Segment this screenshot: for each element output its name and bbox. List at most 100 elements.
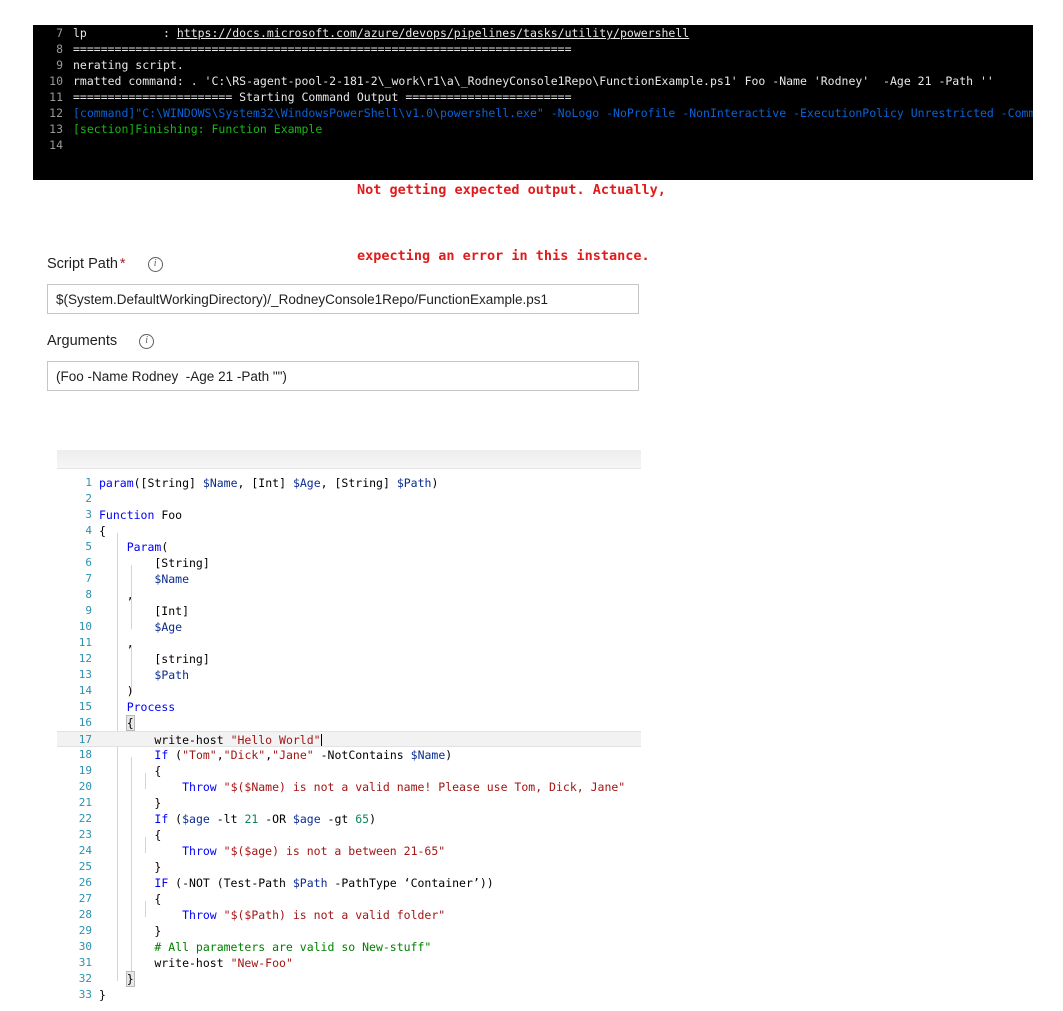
code-line[interactable]: 25 } <box>57 859 641 875</box>
code-line-number: 1 <box>85 476 92 489</box>
code-line[interactable]: 28 Throw "$($Path) is not a valid folder… <box>57 907 641 923</box>
code-line-text[interactable]: ) <box>99 683 641 699</box>
code-line[interactable]: 17 write-host "Hello World" <box>57 731 641 747</box>
code-line-text[interactable]: Throw "$($age) is not a between 21-65" <box>99 843 641 859</box>
code-line-text[interactable]: { <box>99 891 641 907</box>
powershell-code-editor[interactable]: 1 param([String] $Name, [Int] $Age, [Stri… <box>57 450 641 1011</box>
code-line-text[interactable]: Throw "$($Name) is not a valid name! Ple… <box>99 779 641 795</box>
code-line-text[interactable]: param([String] $Name, [Int] $Age, [Strin… <box>99 475 641 491</box>
code-line-text[interactable]: Process <box>99 699 641 715</box>
code-line-number: 19 <box>78 764 92 777</box>
code-token: $Path <box>396 476 432 490</box>
code-line-text[interactable]: { <box>99 523 641 539</box>
code-line[interactable]: 16 { <box>57 715 641 731</box>
code-line[interactable]: 21 } <box>57 795 641 811</box>
log-line-number: 9 <box>56 58 63 72</box>
code-line[interactable]: 4{ <box>57 523 641 539</box>
code-line[interactable]: 7 $Name <box>57 571 641 587</box>
code-line[interactable]: 9 [Int] <box>57 603 641 619</box>
code-line-text[interactable]: } <box>99 971 641 987</box>
log-line-text: lp : https://docs.microsoft.com/azure/de… <box>73 25 1033 41</box>
code-line[interactable]: 23 { <box>57 827 641 843</box>
code-token: } <box>99 796 162 810</box>
code-token: $Name <box>202 476 238 490</box>
code-line[interactable]: 29 } <box>57 923 641 939</box>
code-line[interactable]: 30 # All parameters are valid so New-stu… <box>57 939 641 955</box>
code-token: { <box>99 524 106 538</box>
info-icon[interactable]: i <box>139 333 155 349</box>
code-line-text[interactable]: IF (-NOT (Test-Path $Path -PathType ‘Con… <box>99 875 641 891</box>
code-line[interactable]: 3 Function Foo <box>57 507 641 523</box>
code-line-number: 16 <box>78 716 92 729</box>
code-line[interactable]: 31 write-host "New-Foo" <box>57 955 641 971</box>
code-line[interactable]: 27 { <box>57 891 641 907</box>
code-line-number: 26 <box>78 876 92 889</box>
code-line[interactable]: 18 If ("Tom","Dick","Jane" -NotContains … <box>57 747 641 763</box>
code-token: If <box>154 748 169 762</box>
code-line-text[interactable]: write-host "New-Foo" <box>99 955 641 971</box>
code-line[interactable]: 13 $Path <box>57 667 641 683</box>
log-token: lp : <box>73 26 177 40</box>
code-line-list[interactable]: 1 param([String] $Name, [Int] $Age, [Stri… <box>57 469 641 1003</box>
log-line-number: 7 <box>56 26 63 40</box>
code-line-number: 12 <box>78 652 92 665</box>
code-line-text[interactable]: { <box>99 827 641 843</box>
code-line[interactable]: 2 <box>57 491 641 507</box>
code-line-text[interactable]: { <box>99 763 641 779</box>
code-line-text[interactable]: $Name <box>99 571 641 587</box>
info-icon[interactable]: i <box>147 256 163 272</box>
code-line-text[interactable]: } <box>99 987 641 1003</box>
code-line-text[interactable]: } <box>99 795 641 811</box>
code-line[interactable]: 24 Throw "$($age) is not a between 21-65… <box>57 843 641 859</box>
code-line-text[interactable]: $Age <box>99 619 641 635</box>
code-line-text[interactable]: write-host "Hello World" <box>99 732 641 748</box>
log-line-number: 8 <box>56 42 63 56</box>
code-token: String <box>341 476 383 490</box>
code-line[interactable]: 19 { <box>57 763 641 779</box>
code-line-text[interactable]: { <box>99 715 641 731</box>
code-line-text[interactable]: } <box>99 859 641 875</box>
code-line[interactable]: 10 $Age <box>57 619 641 635</box>
code-line[interactable]: 32 } <box>57 971 641 987</box>
code-line[interactable]: 20 Throw "$($Name) is not a valid name! … <box>57 779 641 795</box>
code-token: , [ <box>320 476 342 490</box>
code-line[interactable]: 14 ) <box>57 683 641 699</box>
arguments-input[interactable] <box>47 361 639 391</box>
code-line-number: 23 <box>78 828 92 841</box>
script-path-input[interactable] <box>47 284 639 314</box>
code-line-text[interactable]: [string] <box>99 651 641 667</box>
code-token: "$($age) is not a between 21-65" <box>216 844 446 858</box>
log-token: ======================= Starting Command… <box>73 90 572 104</box>
code-token: -PathType ‘Container’)) <box>327 876 494 890</box>
code-line[interactable]: 15 Process <box>57 699 641 715</box>
code-line-text[interactable]: If ("Tom","Dick","Jane" -NotContains $Na… <box>99 747 641 763</box>
code-line[interactable]: 22 If ($age -lt 21 -OR $age -gt 65) <box>57 811 641 827</box>
code-line-text[interactable]: , <box>99 635 641 651</box>
code-line[interactable]: 5 Param( <box>57 539 641 555</box>
code-line[interactable]: 1 param([String] $Name, [Int] $Age, [Stri… <box>57 475 641 491</box>
code-token: Throw <box>182 908 217 922</box>
code-line[interactable]: 33} <box>57 987 641 1003</box>
code-line-text[interactable]: , <box>99 587 641 603</box>
code-line[interactable]: 11 , <box>57 635 641 651</box>
code-line-number: 14 <box>78 684 92 697</box>
code-line-text[interactable]: Throw "$($Path) is not a valid folder" <box>99 907 641 923</box>
code-line[interactable]: 12 [string] <box>57 651 641 667</box>
code-token: , <box>99 636 134 650</box>
code-line-text[interactable]: Function Foo <box>99 507 641 523</box>
code-line-text[interactable]: # All parameters are valid so New-stuff" <box>99 939 641 955</box>
code-line[interactable]: 6 [String] <box>57 555 641 571</box>
code-line[interactable]: 8 , <box>57 587 641 603</box>
code-line-text[interactable]: Param( <box>99 539 641 555</box>
code-line-text[interactable]: $Path <box>99 667 641 683</box>
code-line-text[interactable]: } <box>99 923 641 939</box>
code-token: "$($Path) is not a valid folder" <box>216 908 446 922</box>
code-line-text[interactable]: [String] <box>99 555 641 571</box>
code-line[interactable]: 26 IF (-NOT (Test-Path $Path -PathType ‘… <box>57 875 641 891</box>
code-line-text[interactable]: If ($age -lt 21 -OR $age -gt 65) <box>99 811 641 827</box>
code-line-text[interactable]: [Int] <box>99 603 641 619</box>
